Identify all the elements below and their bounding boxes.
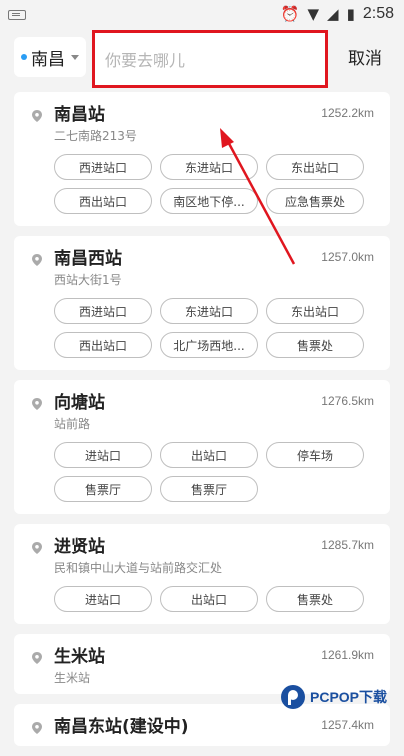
station-card[interactable]: 南昌西站 1257.0km 西站大街1号 西进站口 东进站口 东出站口 西出站口 北广场西地.…: [14, 236, 390, 370]
station-address: 站前路: [54, 417, 91, 431]
watermark-text: PCPOP下载: [310, 689, 388, 705]
exit-chip[interactable]: 东出站口: [266, 298, 364, 324]
search-box: [92, 30, 328, 88]
station-card[interactable]: 向塘站 1276.5km 站前路 进站口 出站口 停车场 售票厅 售票厅: [14, 380, 390, 514]
exit-list: 进站口 出站口 停车场 售票厅 售票厅: [14, 432, 390, 506]
watermark: PCPOP下载: [280, 684, 387, 710]
exit-chip[interactable]: 出站口: [160, 586, 258, 612]
location-pin-icon: [32, 254, 42, 266]
alarm-icon: ⏰: [280, 5, 300, 23]
exit-chip[interactable]: 西出站口: [54, 188, 152, 214]
exit-chip[interactable]: 东进站口: [160, 154, 258, 180]
wifi-icon: ▼: [307, 5, 320, 23]
station-header: 南昌站 1252.2km 二七南路213号: [14, 104, 390, 144]
watermark-logo-icon: [281, 685, 305, 709]
status-icons: ⏰ ▼ ◢ ▮ 2:58: [281, 4, 394, 24]
exit-chip[interactable]: 南区地下停...: [160, 188, 258, 214]
station-address: 民和镇中山大道与站前路交汇处: [54, 561, 223, 575]
city-label: 南昌: [31, 49, 65, 70]
city-selector[interactable]: 南昌: [14, 37, 86, 77]
exit-chip[interactable]: 售票厅: [54, 476, 152, 502]
cancel-button[interactable]: 取消: [348, 44, 382, 69]
exit-chip[interactable]: 西出站口: [54, 332, 152, 358]
search-header: 南昌 取消: [0, 28, 404, 92]
station-card[interactable]: 进贤站 1285.7km 民和镇中山大道与站前路交汇处 进站口 出站口 售票处: [14, 524, 390, 624]
location-pin-icon: [32, 110, 42, 122]
exit-list: 西进站口 东进站口 东出站口西出站口 南区地下停... 应急售票处: [14, 144, 390, 218]
station-address: 西站大街1号: [54, 273, 122, 287]
station-card[interactable]: 南昌站 1252.2km 二七南路213号 西进站口 东进站口 东出站口 西出站口 南区地下停…: [14, 92, 390, 226]
status-time: 2:58: [362, 5, 394, 22]
exit-chip[interactable]: 售票处: [266, 332, 364, 358]
location-pin-icon: [32, 652, 42, 664]
station-header: 生米站 1261.9km 生米站: [14, 646, 390, 686]
exit-chip[interactable]: 西进站口: [54, 154, 152, 180]
station-header: 进贤站 1285.7km 民和镇中山大道与站前路交汇处: [14, 536, 390, 576]
search-input[interactable]: [103, 41, 317, 79]
status-bar: ⏰ ▼ ◢ ▮ 2:58: [0, 0, 404, 28]
exit-chip[interactable]: 售票处: [266, 586, 364, 612]
station-list: 南昌站 1252.2km 二七南路213号 西进站口 东进站口 东出站口 西出站口 南区地下停…: [14, 92, 390, 756]
location-dot-icon: [21, 54, 27, 60]
station-header: 南昌西站 1257.0km 西站大街1号: [14, 248, 390, 288]
keyboard-icon: [8, 10, 26, 20]
station-distance: 1257.0km: [321, 250, 374, 264]
station-distance: 1285.7km: [321, 538, 374, 552]
signal-icon: ◢: [327, 5, 339, 23]
location-pin-icon: [32, 542, 42, 554]
exit-chip[interactable]: 进站口: [54, 586, 152, 612]
location-pin-icon: [32, 722, 42, 734]
caret-down-icon: [71, 54, 79, 60]
exit-chip[interactable]: 售票厅: [160, 476, 258, 502]
location-pin-icon: [32, 398, 42, 410]
exit-list: 西进站口 东进站口 东出站口西出站口 北广场西地... 售票处: [14, 288, 390, 362]
battery-icon: ▮: [346, 5, 355, 23]
station-distance: 1276.5km: [321, 394, 374, 408]
exit-chip[interactable]: 西进站口: [54, 298, 152, 324]
station-distance: 1257.4km: [321, 718, 374, 732]
exit-chip[interactable]: 出站口: [160, 442, 258, 468]
station-header: 南昌东站(建设中) 1257.4km: [14, 716, 390, 738]
station-distance: 1261.9km: [321, 648, 374, 662]
exit-chip[interactable]: 应急售票处: [266, 188, 364, 214]
exit-chip[interactable]: 东出站口: [266, 154, 364, 180]
exit-chip[interactable]: 停车场: [266, 442, 364, 468]
exit-chip[interactable]: 东进站口: [160, 298, 258, 324]
exit-chip[interactable]: 进站口: [54, 442, 152, 468]
station-card[interactable]: 南昌东站(建设中) 1257.4km: [14, 704, 390, 746]
exit-list: 进站口 出站口 售票处: [14, 576, 390, 616]
exit-chip[interactable]: 北广场西地...: [160, 332, 258, 358]
station-address: 二七南路213号: [54, 129, 137, 143]
station-distance: 1252.2km: [321, 106, 374, 120]
station-header: 向塘站 1276.5km 站前路: [14, 392, 390, 432]
